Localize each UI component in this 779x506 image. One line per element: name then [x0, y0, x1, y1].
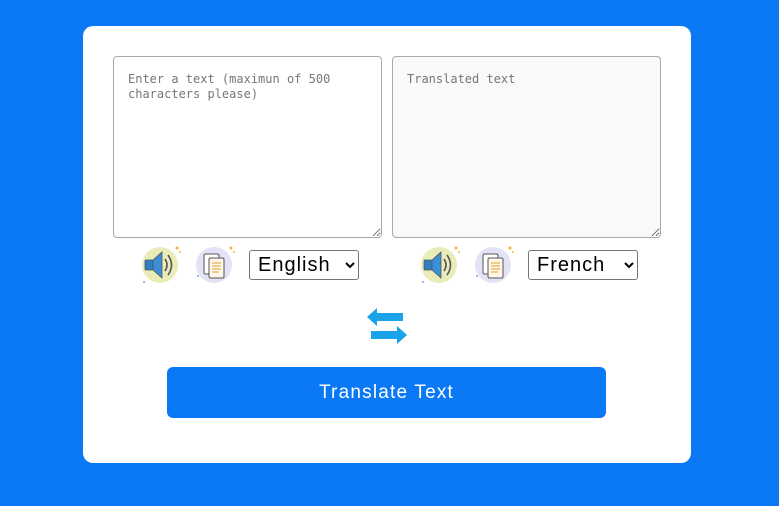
speaker-icon — [142, 246, 181, 283]
translator-card: English French — [83, 26, 691, 463]
source-text-input[interactable] — [113, 56, 382, 238]
translate-button[interactable]: Translate Text — [167, 367, 606, 418]
source-speak-button[interactable] — [139, 242, 185, 288]
copy-icon — [196, 246, 235, 283]
swap-languages-button[interactable] — [365, 306, 409, 346]
target-language-select[interactable]: English French — [528, 250, 638, 280]
translated-text-output[interactable] — [392, 56, 661, 238]
copy-icon — [475, 246, 514, 283]
swap-arrows-icon — [367, 308, 407, 344]
target-copy-button[interactable] — [472, 242, 518, 288]
source-copy-button[interactable] — [193, 242, 239, 288]
target-speak-button[interactable] — [418, 242, 464, 288]
speaker-icon — [421, 246, 460, 283]
source-language-select[interactable]: English French — [249, 250, 359, 280]
